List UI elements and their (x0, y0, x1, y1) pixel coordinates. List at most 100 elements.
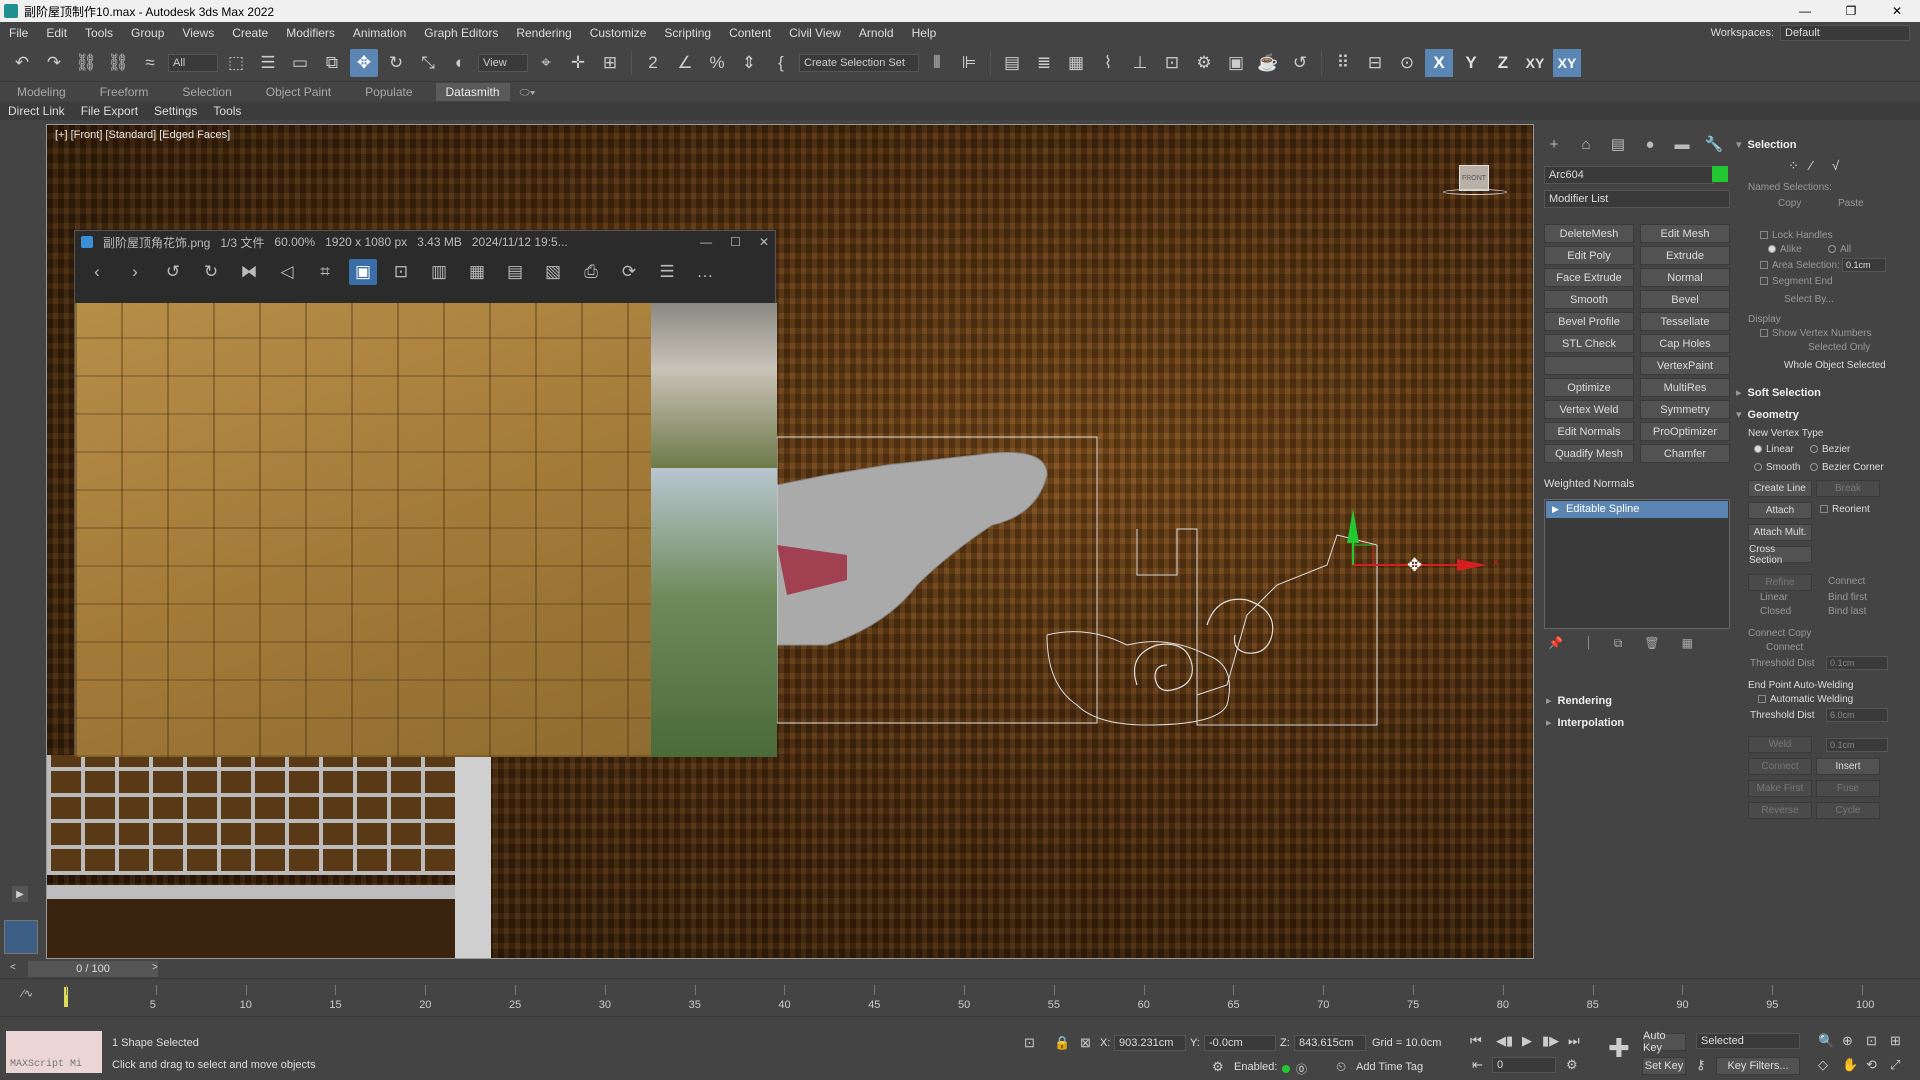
show-vertex-numbers-checkbox[interactable]: Show Vertex Numbers (1760, 328, 1872, 339)
segment-end-checkbox[interactable]: Segment End (1760, 276, 1833, 287)
direct-link-button[interactable]: Direct Link (0, 104, 73, 118)
select-by-button[interactable]: Select By... (1784, 294, 1834, 305)
scale-icon[interactable]: ⤡ (414, 49, 442, 77)
menu-modifiers[interactable]: Modifiers (277, 26, 344, 40)
pin-stack-icon[interactable]: 📌 (1548, 636, 1563, 651)
paste-button[interactable]: Paste (1838, 198, 1864, 209)
lock-handles-checkbox[interactable]: Lock Handles (1760, 230, 1833, 241)
crop-icon[interactable]: ⌗ (311, 259, 339, 285)
modifier-list-dropdown[interactable]: Modifier List (1544, 190, 1730, 208)
grid-icon[interactable]: ⠿ (1329, 49, 1357, 77)
refine-button[interactable]: Refine (1748, 574, 1812, 591)
modifier-button[interactable]: Quadify Mesh (1544, 444, 1634, 463)
attach-mult-button[interactable]: Attach Mult. (1748, 524, 1812, 541)
zoom-extents-all-icon[interactable]: ⊞ (1890, 1033, 1901, 1049)
axis-xy-cycle-button[interactable]: XY (1553, 48, 1581, 77)
spinner-snap-icon[interactable]: ⇕ (735, 49, 763, 77)
image-viewer-titlebar[interactable]: 副阶屋顶角花饰.png 1/3 文件 60.00% 1920 x 1080 px… (75, 231, 775, 253)
file-export-button[interactable]: File Export (73, 104, 146, 118)
zoom-extents-icon[interactable]: ⊡ (1866, 1033, 1877, 1049)
maxscript-listener[interactable]: MAXScript Mi (6, 1031, 102, 1073)
prev-key-icon[interactable]: ◀▮ (1496, 1033, 1513, 1049)
enabled-indicator[interactable]: ⓪ (1282, 1061, 1307, 1077)
rotate-right-icon[interactable]: ↻ (197, 259, 225, 285)
menu-scripting[interactable]: Scripting (655, 26, 720, 40)
closed-checkbox[interactable]: Closed (1760, 606, 1791, 617)
goto-end-icon[interactable]: ⏭ (1568, 1033, 1580, 1049)
auto-key-button[interactable]: Auto Key (1642, 1030, 1686, 1054)
spline-level-icon[interactable]: √ (1832, 158, 1839, 173)
object-name-field[interactable]: Arc604 (1544, 166, 1714, 184)
minimize-button[interactable]: — (1782, 0, 1828, 22)
rollout-geometry[interactable]: ▾ Geometry (1736, 408, 1799, 421)
weld-value-field[interactable]: 0.1cm (1826, 738, 1888, 752)
menu-graph-editors[interactable]: Graph Editors (415, 26, 507, 40)
move-icon[interactable]: ✥ (350, 48, 378, 77)
cycle-button[interactable]: Cycle (1816, 802, 1880, 819)
make-unique-icon[interactable]: ⧉ (1614, 636, 1623, 651)
fov-icon[interactable]: ◇ (1818, 1057, 1828, 1073)
create-tab-icon[interactable]: + (1544, 134, 1564, 154)
tab-selection[interactable]: Selection (165, 85, 248, 99)
modifier-button-empty[interactable] (1544, 356, 1634, 375)
next-frame-icon[interactable]: > (152, 962, 166, 976)
view-mode-4-icon[interactable]: ▧ (539, 259, 567, 285)
motion-tab-icon[interactable]: ● (1640, 134, 1660, 154)
modifier-button[interactable]: VertexPaint (1640, 356, 1730, 375)
area-selection-value[interactable]: 0.1cm (1842, 258, 1886, 272)
maximize-viewport-icon[interactable]: ⤢ (1890, 1057, 1900, 1073)
tab-populate[interactable]: Populate (348, 85, 429, 99)
selection-set-dropdown[interactable]: Create Selection Set (799, 53, 919, 72)
alike-radio[interactable]: Alike (1768, 244, 1802, 255)
modifier-button[interactable]: Edit Normals (1544, 422, 1634, 441)
add-time-tag-button[interactable]: Add Time Tag (1356, 1061, 1423, 1073)
rollout-selection[interactable]: ▾ Selection (1736, 138, 1796, 151)
key-filters-button[interactable]: Key Filters... (1716, 1057, 1800, 1075)
smooth-radio[interactable]: Smooth (1754, 462, 1800, 473)
fuse-button[interactable]: Fuse (1816, 780, 1880, 797)
tab-freeform[interactable]: Freeform (83, 85, 166, 99)
connect-button[interactable]: Connect (1748, 758, 1812, 775)
settings-button[interactable]: Settings (146, 104, 205, 118)
all-radio[interactable]: All (1828, 244, 1851, 255)
utilities-tab-icon[interactable]: 🔧 (1704, 134, 1724, 154)
image-viewer-window[interactable]: 副阶屋顶角花饰.png 1/3 文件 60.00% 1920 x 1080 px… (74, 230, 777, 757)
current-frame-field[interactable]: 0 (1492, 1057, 1556, 1073)
segment-level-icon[interactable]: ⁄ (1810, 158, 1812, 173)
flip-vertical-icon[interactable]: ◁ (273, 259, 301, 285)
break-button[interactable]: Break (1816, 480, 1880, 497)
linear-checkbox[interactable]: Linear (1760, 592, 1788, 603)
adaptive-degradation-icon[interactable]: ⚙ (1212, 1059, 1224, 1075)
render-setup-icon[interactable]: ⚙ (1190, 49, 1218, 77)
link-icon[interactable]: ⛓ (72, 49, 100, 77)
menu-create[interactable]: Create (223, 26, 277, 40)
rollout-soft-selection[interactable]: ▸ Soft Selection (1736, 386, 1821, 399)
redo-icon[interactable]: ↷ (40, 49, 68, 77)
reverse-button[interactable]: Reverse (1748, 802, 1812, 819)
modifier-button[interactable]: STL Check (1544, 334, 1634, 353)
modifier-button[interactable]: Symmetry (1640, 400, 1730, 419)
track-bar[interactable]: ⁄∿ 5 10 15 20 25 30 35 40 45 50 55 60 65 70 75 80 85 90 95… (0, 978, 1920, 1016)
time-config-icon[interactable]: ⚙ (1566, 1057, 1578, 1073)
zoom-all-icon[interactable]: ⊕ (1842, 1033, 1853, 1049)
place-icon[interactable]: ◐ (446, 49, 474, 77)
threshold-dist-2-field[interactable]: 6.0cm (1826, 708, 1888, 722)
next-key-icon[interactable]: ▮▶ (1542, 1033, 1559, 1049)
menu-edit[interactable]: Edit (37, 26, 76, 40)
modifier-button[interactable]: MultiRes (1640, 378, 1730, 397)
view-mode-3-icon[interactable]: ▤ (501, 259, 529, 285)
window-crossing-icon[interactable]: ⧉ (318, 49, 346, 77)
rollout-interpolation[interactable]: ▸ Interpolation (1546, 716, 1624, 729)
menu-tools[interactable]: Tools (76, 26, 122, 40)
axis-xy-button[interactable]: XY (1521, 49, 1549, 77)
close-button[interactable]: ✕ (1874, 0, 1920, 22)
track-bar-icon[interactable]: ⁄∿ (22, 987, 33, 1000)
area-selection-checkbox[interactable]: Area Selection: (1760, 260, 1840, 271)
configure-sets-icon[interactable]: ▦ (1682, 636, 1693, 651)
modifier-button[interactable]: Tessellate (1640, 312, 1730, 331)
bind-first-checkbox[interactable]: Bind first (1828, 592, 1867, 603)
insert-button[interactable]: Insert (1816, 758, 1880, 775)
toggle-ribbon-icon[interactable]: ▦ (1062, 49, 1090, 77)
tab-object-paint[interactable]: Object Paint (249, 85, 348, 99)
refresh-icon[interactable]: ⟳ (615, 259, 643, 285)
